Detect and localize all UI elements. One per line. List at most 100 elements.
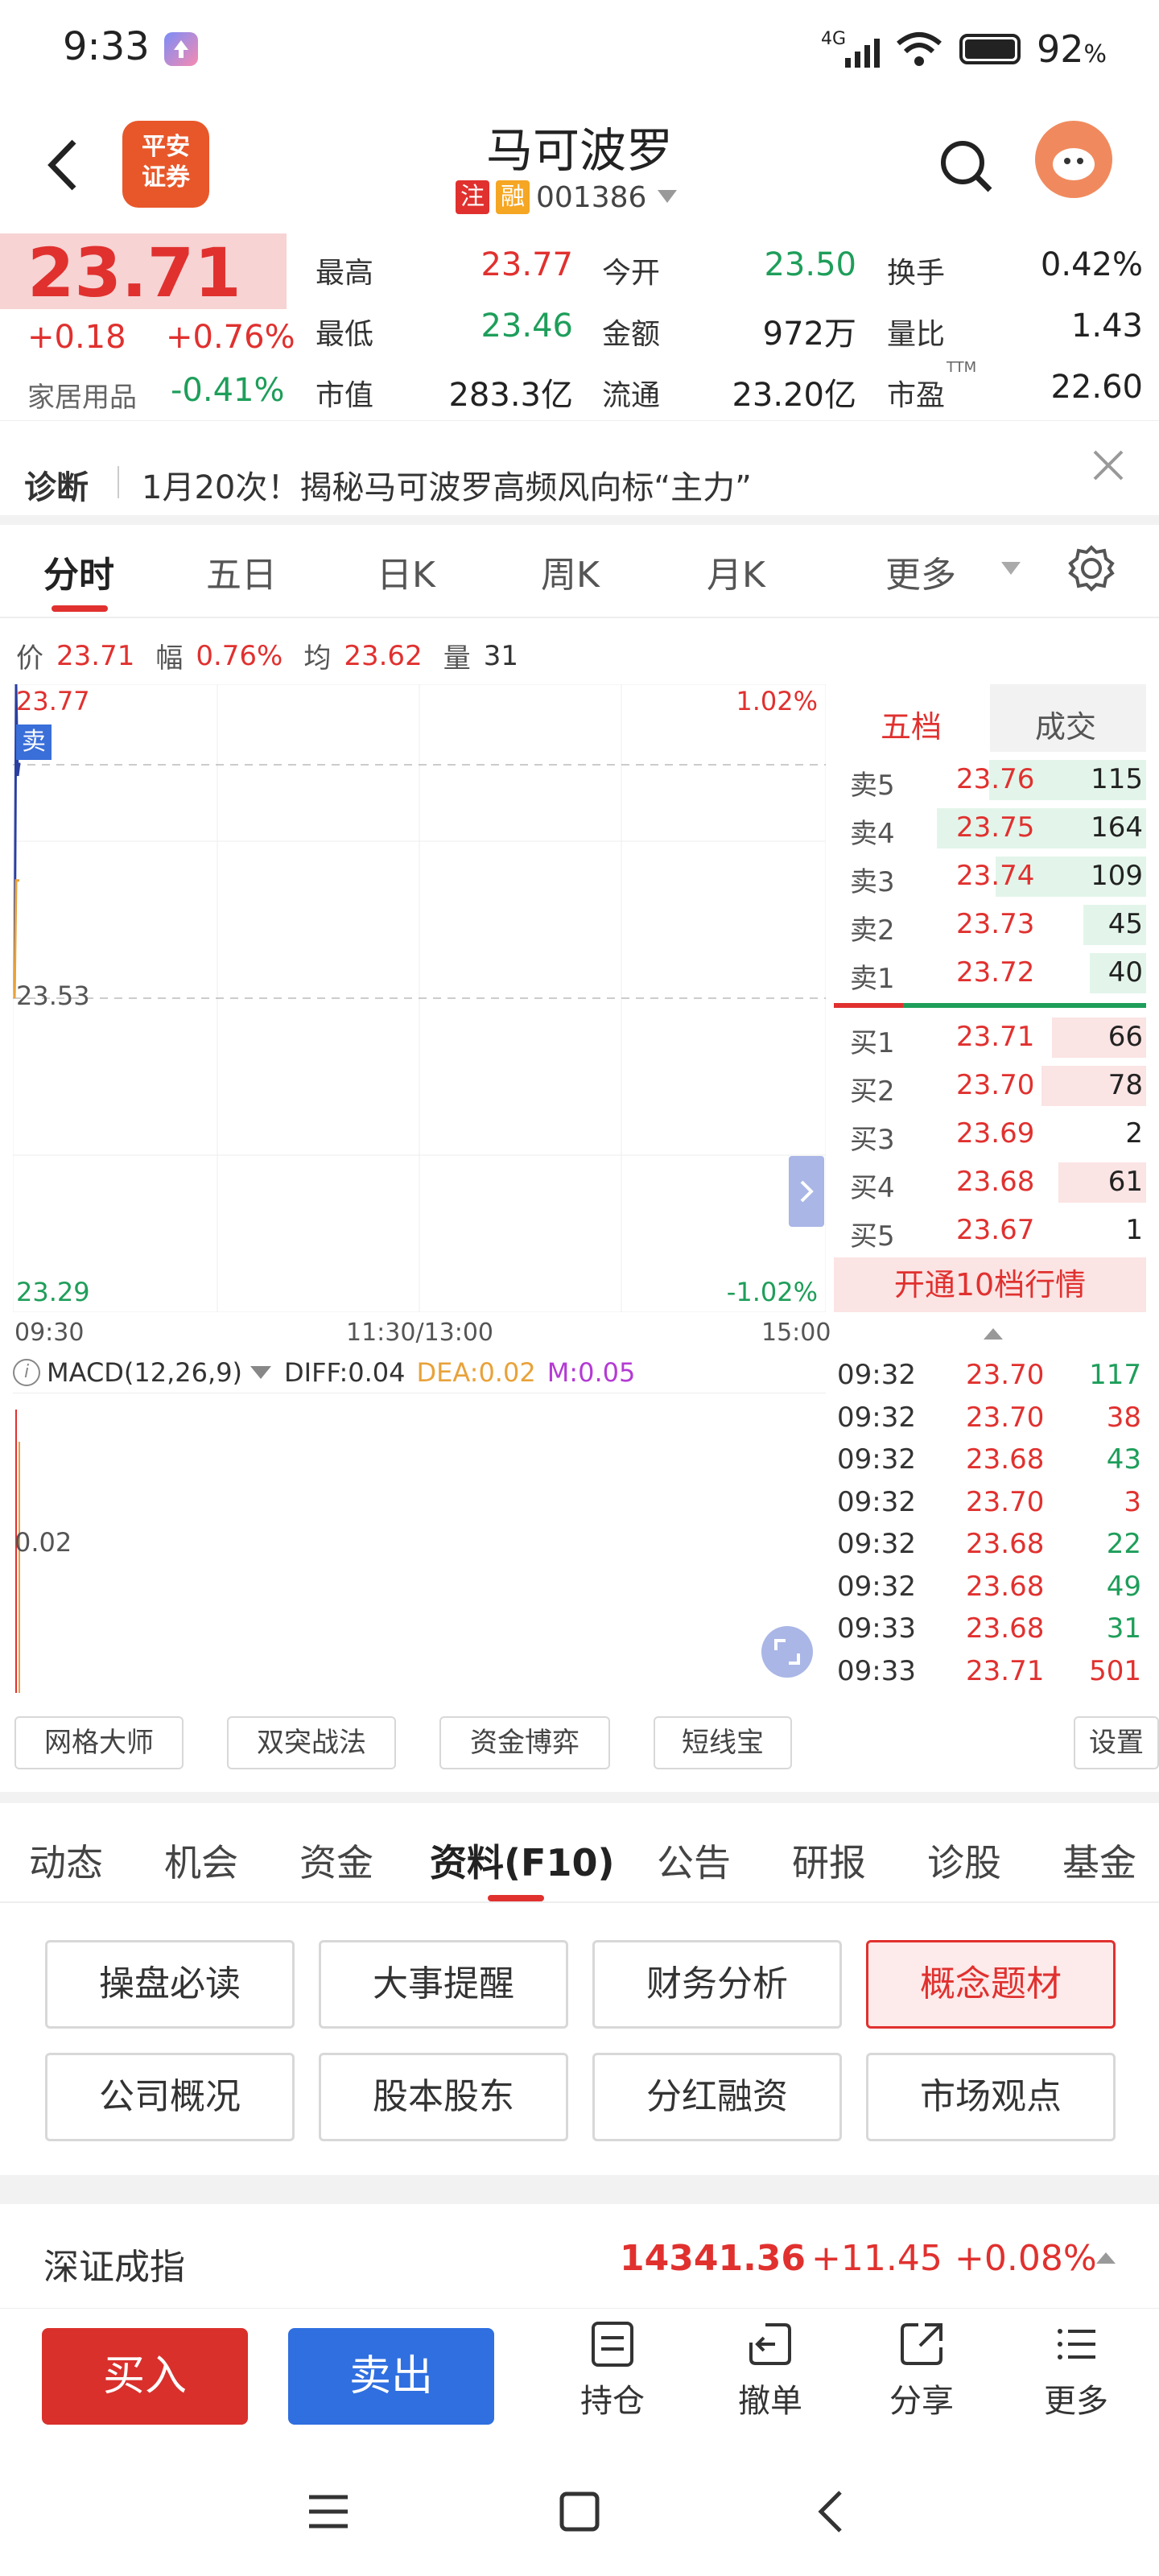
- tab-five-levels[interactable]: 五档: [881, 702, 942, 746]
- tick-volume: 501: [1089, 1654, 1141, 1687]
- tick-time: 09:33: [837, 1654, 916, 1687]
- tab-more[interactable]: 更多: [885, 546, 956, 597]
- tick-row: 09:33 23.68 31: [837, 1609, 1146, 1651]
- upgrade-level10-button[interactable]: 开通10档行情: [834, 1257, 1146, 1312]
- section-divider: [0, 2175, 1159, 2204]
- order-book-row[interactable]: 买4 23.68 61: [834, 1159, 1146, 1206]
- order-book-row[interactable]: 卖4 23.75 164: [834, 805, 1146, 852]
- level-volume: 61: [1107, 1166, 1143, 1198]
- tick-volume: 43: [1106, 1443, 1141, 1476]
- f10-shareholders[interactable]: 股本股东: [319, 2053, 568, 2141]
- f10-market-view[interactable]: 市场观点: [866, 2053, 1116, 2141]
- macd-dropdown-icon[interactable]: [249, 1363, 273, 1382]
- order-book-row[interactable]: 买2 23.70 78: [834, 1063, 1146, 1109]
- order-book-row[interactable]: 买3 23.69 2: [834, 1111, 1146, 1158]
- tool-grid-master[interactable]: 网格大师: [14, 1716, 184, 1769]
- tab-announcement[interactable]: 公告: [657, 1834, 731, 1887]
- index-ticker[interactable]: 深证成指 14341.36 +11.45 +0.08%: [0, 2204, 1159, 2309]
- level-label: 卖5: [850, 770, 895, 802]
- diagnosis-banner[interactable]: 诊断 1月20次！揭秘马可波罗高频风向标“主力”: [0, 420, 1159, 517]
- y-axis-bottom: 23.29: [16, 1277, 90, 1307]
- macd-diff: DIFF:0.04: [284, 1357, 406, 1388]
- level-label: 买5: [850, 1220, 895, 1253]
- nav-positions[interactable]: 持仓: [568, 2318, 657, 2421]
- chevron-down-icon[interactable]: [998, 559, 1024, 578]
- buy-button[interactable]: 买入: [42, 2328, 248, 2425]
- avatar[interactable]: [1035, 121, 1112, 198]
- pct-axis-top: 1.02%: [736, 686, 818, 716]
- order-book-row[interactable]: 卖1 23.72 40: [834, 950, 1146, 997]
- f10-dividends[interactable]: 分红融资: [592, 2053, 842, 2141]
- tab-news[interactable]: 动态: [29, 1834, 103, 1887]
- system-back-icon[interactable]: [811, 2486, 852, 2537]
- order-book-row[interactable]: 买1 23.71 66: [834, 1014, 1146, 1061]
- fullscreen-button[interactable]: [761, 1626, 813, 1678]
- tab-intraday[interactable]: 分时: [43, 546, 114, 597]
- level-volume: 115: [1091, 763, 1143, 795]
- tab-research[interactable]: 研报: [792, 1834, 866, 1887]
- diagnosis-label: 诊断: [24, 469, 89, 506]
- nav-more[interactable]: 更多: [1032, 2318, 1120, 2421]
- level-label: 卖3: [850, 866, 895, 898]
- upgrade-level10-label: 开通10档行情: [893, 1267, 1087, 1302]
- menu-list-icon: [1058, 2329, 1095, 2359]
- tab-diagnose[interactable]: 诊股: [927, 1834, 1001, 1887]
- macd-panel[interactable]: i MACD(12,26,9) DIFF:0.04 DEA:0.02 M:0.0…: [13, 1354, 826, 1693]
- sell-marker[interactable]: 卖: [16, 724, 52, 760]
- tab-opportunity[interactable]: 机会: [164, 1834, 238, 1887]
- price-change-pct: +0.76%: [166, 319, 295, 356]
- order-book-row[interactable]: 卖2 23.73 45: [834, 902, 1146, 948]
- tab-weekly-k[interactable]: 周K: [541, 546, 600, 597]
- tick-time: 09:33: [837, 1612, 916, 1645]
- info-icon[interactable]: i: [13, 1359, 40, 1386]
- fullscreen-icon: [774, 1639, 800, 1665]
- f10-must-read[interactable]: 操盘必读: [45, 1940, 295, 2029]
- expand-panel-handle[interactable]: [789, 1156, 824, 1227]
- tool-short-line[interactable]: 短线宝: [654, 1716, 792, 1769]
- pct-axis-bottom: -1.02%: [726, 1277, 818, 1307]
- order-book-row[interactable]: 卖3 23.74 109: [834, 853, 1146, 900]
- signal-icon: [845, 39, 880, 68]
- share-icon: [901, 2323, 942, 2365]
- stock-code: 001386: [536, 180, 647, 214]
- f10-events[interactable]: 大事提醒: [319, 1940, 568, 2029]
- nav-share[interactable]: 分享: [877, 2318, 966, 2421]
- tab-monthly-k[interactable]: 月K: [707, 546, 765, 597]
- f10-financials[interactable]: 财务分析: [592, 1940, 842, 2029]
- tool-double-breakout[interactable]: 双突战法: [227, 1716, 396, 1769]
- dropdown-icon[interactable]: [653, 185, 682, 209]
- gear-icon[interactable]: [1067, 544, 1116, 592]
- tab-funds[interactable]: 资金: [299, 1834, 373, 1887]
- tool-settings[interactable]: 设置: [1074, 1716, 1159, 1769]
- tab-f10[interactable]: 资料(F10): [430, 1834, 614, 1887]
- section-divider: [0, 515, 1159, 525]
- tick-time: 09:32: [837, 1443, 916, 1476]
- active-tab-indicator: [52, 605, 108, 612]
- tool-fund-game[interactable]: 资金博弈: [439, 1716, 610, 1769]
- index-pct: +0.08%: [955, 2238, 1097, 2279]
- search-icon[interactable]: [937, 137, 995, 195]
- sector-change: -0.41%: [171, 372, 285, 409]
- expand-up-icon[interactable]: [1095, 2249, 1117, 2265]
- level-price: 23.71: [956, 1021, 1035, 1053]
- tab-5day[interactable]: 五日: [206, 546, 277, 597]
- close-icon[interactable]: [1088, 445, 1128, 485]
- tab-fund[interactable]: 基金: [1062, 1834, 1136, 1887]
- macd-name[interactable]: MACD(12,26,9): [47, 1357, 242, 1388]
- f10-company[interactable]: 公司概况: [45, 2053, 295, 2141]
- intraday-chart[interactable]: 23.77 卖 23.53 23.29 1.02% -1.02%: [13, 684, 826, 1312]
- level-volume: 66: [1107, 1021, 1143, 1053]
- nav-cancel-order[interactable]: 撤单: [726, 2318, 815, 2421]
- level-volume: 1: [1125, 1214, 1143, 1246]
- tab-daily-k[interactable]: 日K: [377, 546, 435, 597]
- order-book-row[interactable]: 卖5 23.76 115: [834, 757, 1146, 803]
- system-home-icon[interactable]: [555, 2487, 604, 2536]
- tick-volume: 31: [1106, 1612, 1141, 1645]
- system-menu-icon[interactable]: [304, 2489, 353, 2534]
- chevron-up-icon[interactable]: [982, 1325, 1004, 1341]
- order-book-row[interactable]: 买5 23.67 1: [834, 1208, 1146, 1254]
- tick-row: 09:32 23.70 38: [837, 1398, 1146, 1440]
- sell-button[interactable]: 卖出: [288, 2328, 494, 2425]
- tab-trades[interactable]: 成交: [1035, 702, 1096, 746]
- f10-concepts[interactable]: 概念题材: [866, 1940, 1116, 2029]
